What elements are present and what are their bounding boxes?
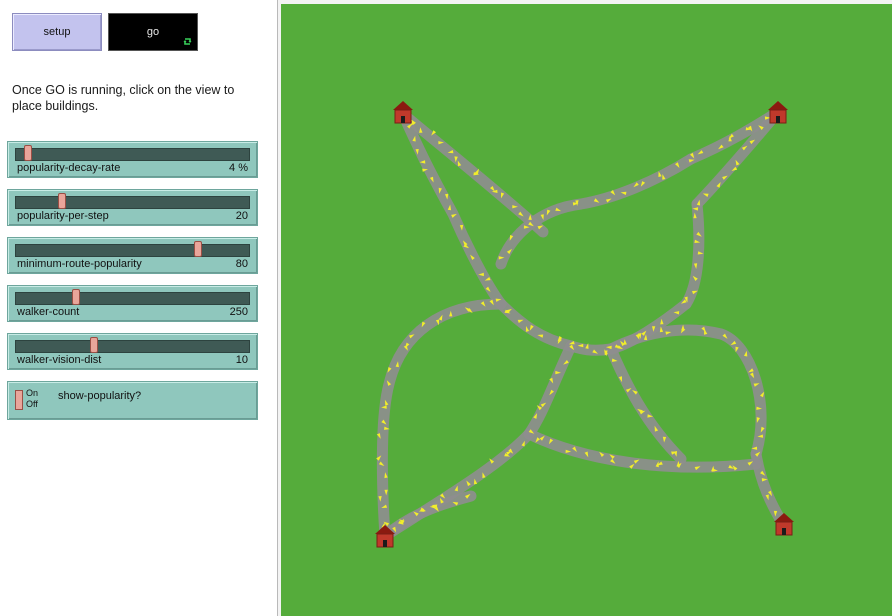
switch-off-label: Off (26, 399, 38, 409)
go-button-label: go (146, 26, 160, 38)
slider-thumb[interactable] (24, 145, 33, 161)
world-view[interactable] (281, 4, 892, 616)
slider-label: walker-vision-dist (17, 354, 102, 366)
house-icon (768, 101, 788, 124)
slider-value: 250 (229, 306, 248, 318)
slider-label: popularity-per-step (17, 210, 109, 222)
slider-popularity-per-step[interactable]: popularity-per-step 20 (7, 189, 258, 226)
switch-label: show-popularity? (58, 390, 142, 402)
path-segment (379, 490, 477, 542)
setup-button-label: setup (43, 26, 71, 38)
path-segment (605, 343, 687, 465)
slider-label: minimum-route-popularity (17, 258, 142, 270)
slider-minimum-route-popularity[interactable]: minimum-route-popularity 80 (7, 237, 258, 274)
slider-value: 10 (235, 354, 248, 366)
slider-value: 80 (235, 258, 248, 270)
forever-loop-icon (182, 36, 193, 47)
slider-thumb[interactable] (58, 193, 67, 209)
path-segment (523, 428, 762, 473)
path-network (376, 106, 790, 542)
slider-walker-vision-dist[interactable]: walker-vision-dist 10 (7, 333, 258, 370)
setup-button[interactable]: setup (12, 13, 102, 51)
slider-thumb[interactable] (71, 289, 80, 305)
go-button[interactable]: go (108, 13, 198, 51)
slider-walker-count[interactable]: walker-count 250 (7, 285, 258, 322)
path-segment (397, 108, 507, 310)
switch-lever[interactable] (15, 390, 23, 410)
slider-value: 4 % (229, 162, 248, 174)
slider-label: popularity-decay-rate (17, 162, 121, 174)
world-canvas[interactable] (281, 4, 892, 616)
slider-track[interactable] (15, 196, 250, 209)
path-segment (680, 198, 705, 310)
slider-track[interactable] (15, 148, 250, 161)
slider-track[interactable] (15, 292, 250, 305)
instructions-text: Once GO is running, click on the view to… (12, 83, 235, 113)
slider-popularity-decay-rate[interactable]: popularity-decay-rate 4 % (7, 141, 258, 178)
show-popularity-switch[interactable]: On Off show-popularity? (7, 381, 258, 420)
slider-thumb[interactable] (89, 337, 98, 353)
path-segment (565, 340, 617, 356)
slider-thumb[interactable] (194, 241, 203, 257)
switch-on-label: On (26, 388, 39, 398)
slider-value: 20 (235, 210, 248, 222)
house-icon (393, 101, 413, 124)
slider-track[interactable] (15, 244, 250, 257)
slider-label: walker-count (17, 306, 80, 318)
slider-track[interactable] (15, 340, 250, 353)
